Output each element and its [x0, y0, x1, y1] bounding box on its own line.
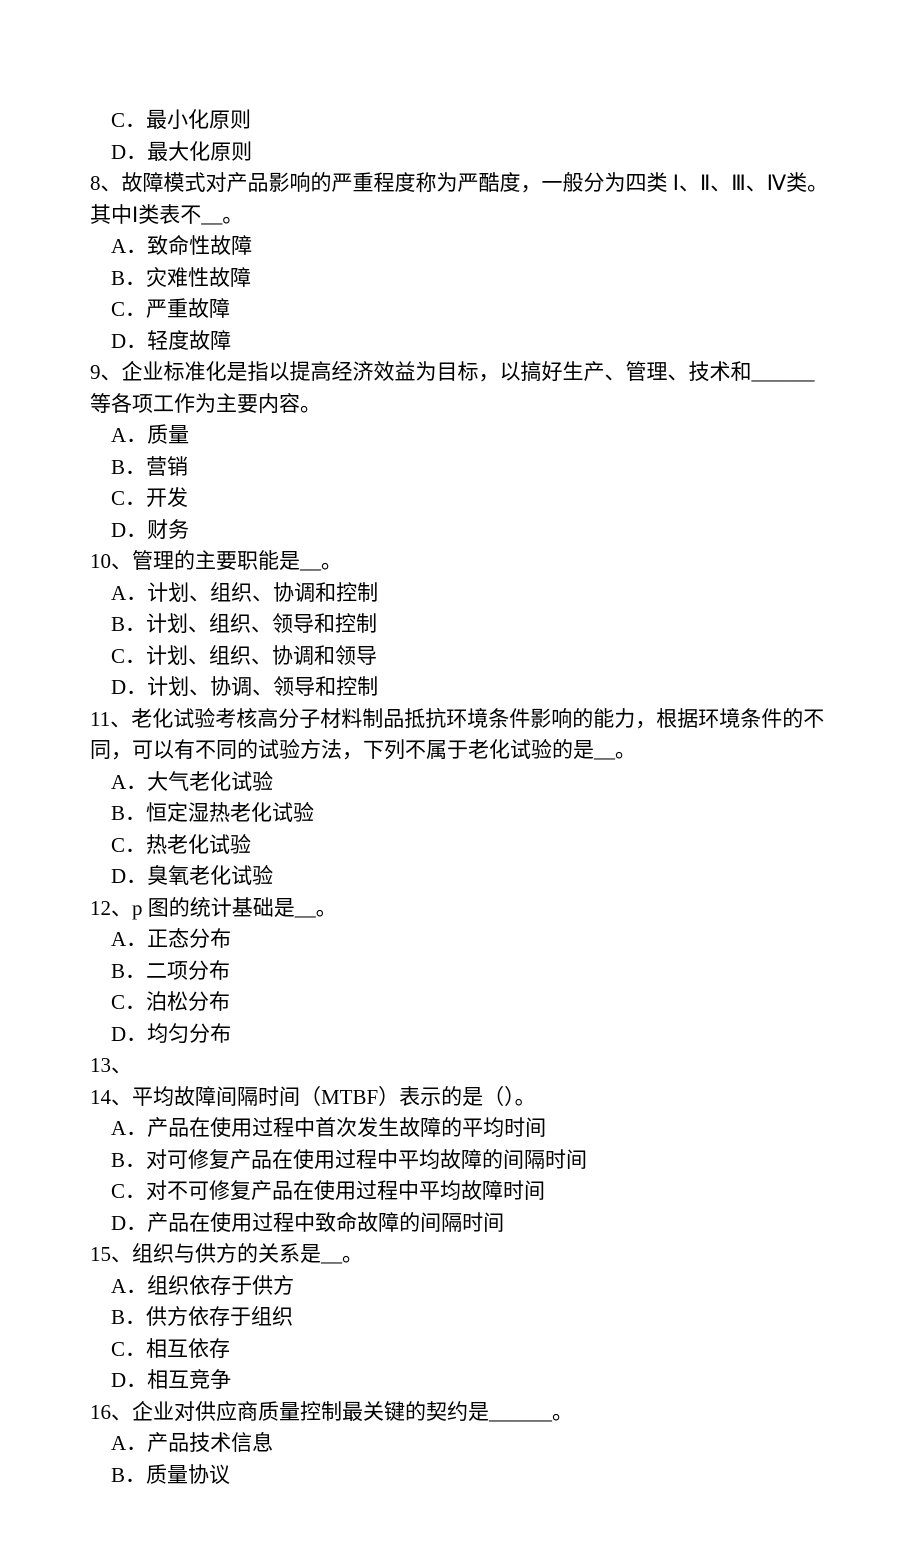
q13-text: 13、 — [90, 1050, 830, 1082]
q12-option-a: A．正态分布 — [90, 924, 830, 956]
q12-option-c: C．泊松分布 — [90, 987, 830, 1019]
q11-option-b: B．恒定湿热老化试验 — [90, 798, 830, 830]
q9-option-a: A．质量 — [90, 420, 830, 452]
q9-text: 9、企业标准化是指以提高经济效益为目标，以搞好生产、管理、技术和______等各… — [90, 357, 830, 420]
q10-option-b: B．计划、组织、领导和控制 — [90, 609, 830, 641]
q10-text: 10、管理的主要职能是__。 — [90, 546, 830, 578]
q11-text: 11、老化试验考核高分子材料制品抵抗环境条件影响的能力，根据环境条件的不同，可以… — [90, 704, 830, 767]
q16-text: 16、企业对供应商质量控制最关键的契约是______。 — [90, 1397, 830, 1429]
q15-option-b: B．供方依存于组织 — [90, 1302, 830, 1334]
q12-text: 12、p 图的统计基础是__。 — [90, 893, 830, 925]
q10-option-a: A．计划、组织、协调和控制 — [90, 578, 830, 610]
q11-option-a: A．大气老化试验 — [90, 767, 830, 799]
q14-option-b: B．对可修复产品在使用过程中平均故障的间隔时间 — [90, 1145, 830, 1177]
q14-text: 14、平均故障间隔时间（MTBF）表示的是（）。 — [90, 1082, 830, 1114]
q14-option-d: D．产品在使用过程中致命故障的间隔时间 — [90, 1208, 830, 1240]
q16-option-a: A．产品技术信息 — [90, 1428, 830, 1460]
q12-option-d: D．均匀分布 — [90, 1019, 830, 1051]
document-page: C．最小化原则 D．最大化原则 8、故障模式对产品影响的严重程度称为严酷度，一般… — [0, 0, 920, 1541]
q9-option-c: C．开发 — [90, 483, 830, 515]
q15-option-c: C．相互依存 — [90, 1334, 830, 1366]
q14-option-c: C．对不可修复产品在使用过程中平均故障时间 — [90, 1176, 830, 1208]
q7-option-c: C．最小化原则 — [90, 105, 830, 137]
q15-option-a: A．组织依存于供方 — [90, 1271, 830, 1303]
q11-option-c: C．热老化试验 — [90, 830, 830, 862]
q10-option-c: C．计划、组织、协调和领导 — [90, 641, 830, 673]
q9-option-b: B．营销 — [90, 452, 830, 484]
q8-option-d: D．轻度故障 — [90, 326, 830, 358]
q16-option-b: B．质量协议 — [90, 1460, 830, 1492]
q8-option-a: A．致命性故障 — [90, 231, 830, 263]
q8-option-b: B．灾难性故障 — [90, 263, 830, 295]
q15-text: 15、组织与供方的关系是__。 — [90, 1239, 830, 1271]
q8-option-c: C．严重故障 — [90, 294, 830, 326]
q9-option-d: D．财务 — [90, 515, 830, 547]
q8-text: 8、故障模式对产品影响的严重程度称为严酷度，一般分为四类 Ⅰ、Ⅱ、Ⅲ、Ⅳ类。其中… — [90, 168, 830, 231]
q15-option-d: D．相互竞争 — [90, 1365, 830, 1397]
q10-option-d: D．计划、协调、领导和控制 — [90, 672, 830, 704]
q14-option-a: A．产品在使用过程中首次发生故障的平均时间 — [90, 1113, 830, 1145]
q12-option-b: B．二项分布 — [90, 956, 830, 988]
q11-option-d: D．臭氧老化试验 — [90, 861, 830, 893]
q7-option-d: D．最大化原则 — [90, 137, 830, 169]
